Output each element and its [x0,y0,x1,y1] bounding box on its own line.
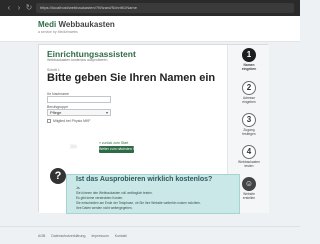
group-select[interactable]: Pflege ▾ [47,109,111,116]
next-button[interactable]: Weiter zum nächsten Schritt [99,146,143,153]
step-4: 4 Webbaukasten testen [228,145,270,168]
logo-subtitle: a service by Medizinwebs [38,30,78,34]
forward-arrow-icon[interactable]: › [14,3,24,13]
member-checkbox-label: Mitglied bei Physio MKF [53,119,91,123]
info-line: Ja. [76,186,81,190]
footer-link-imprint[interactable]: Impressum [91,234,108,238]
browser-toolbar: ‹ › ↻ https://localhost/webbaukasten/?Wi… [0,0,300,16]
question-mark-icon: ? [50,168,66,184]
step-2-label-line2: eingeben [242,100,256,104]
back-arrow-icon[interactable]: ‹ [4,3,14,13]
info-line: Sie entscheiden am Ende der Testphase, o… [76,201,201,205]
step-5-label-line2: erstellen [242,196,256,200]
step-1-label-line2: eingeben [241,67,257,71]
step-3-label-line2: festlegen [242,132,256,136]
page-title: Bitte geben Sie Ihren Namen ein [47,72,216,84]
step-4-label-line2: testen [244,164,254,168]
logo-accent-text: Webbaukasten [58,20,115,29]
back-link[interactable]: « zurück zum Start [99,141,128,145]
group-select-value: Pflege [50,110,62,115]
site-logo[interactable]: Medi Webbaukasten a service by Medizinwe… [38,20,115,34]
member-checkbox-row[interactable]: Mitglied bei Physio MKF [47,119,91,123]
info-title: Ist das Ausprobieren wirklich kostenlos? [76,176,213,183]
footer-link-privacy[interactable]: Datenschutzerklärung [51,234,85,238]
reload-icon[interactable]: ↻ [24,3,34,13]
info-line: Es gibt keine versteckten Kosten. [76,196,124,200]
info-line: Sie können den Webbaukasten voll umfängl… [76,191,153,195]
wizard-subtitle: Webbaukasten kostenlos ausprobieren [47,58,108,62]
decorative-arrows-icon: ››››› [69,141,78,152]
step-3: 3 Zugang festlegen [228,113,270,136]
step-1-number: 1 [242,48,256,62]
name-input[interactable] [47,96,111,103]
step-2-number: 2 [242,81,256,95]
address-bar[interactable]: https://localhost/webbaukasten/?Wizard/S… [36,3,294,13]
step-3-number: 3 [242,113,256,127]
footer-link-agb[interactable]: AGB [38,234,45,238]
step-2: 2 Adresse eingeben [228,81,270,104]
chevron-down-icon: ▾ [105,110,108,115]
logo-main-text: Medi [38,20,57,29]
smiley-icon: ☺ [242,177,256,191]
site-footer: AGB Datenschutzerklärung Impressum Konta… [0,226,300,244]
footer-link-contact[interactable]: Kontakt [115,234,127,238]
member-checkbox[interactable] [47,119,51,123]
info-line: Ihre Daten werden nicht weitergegeben. [76,206,133,210]
step-1: 1 Namen eingeben [228,48,270,71]
step-4-number: 4 [242,145,256,159]
site-header: Medi Webbaukasten a service by Medizinwe… [0,16,300,42]
footer-links: AGB Datenschutzerklärung Impressum Konta… [38,234,127,238]
